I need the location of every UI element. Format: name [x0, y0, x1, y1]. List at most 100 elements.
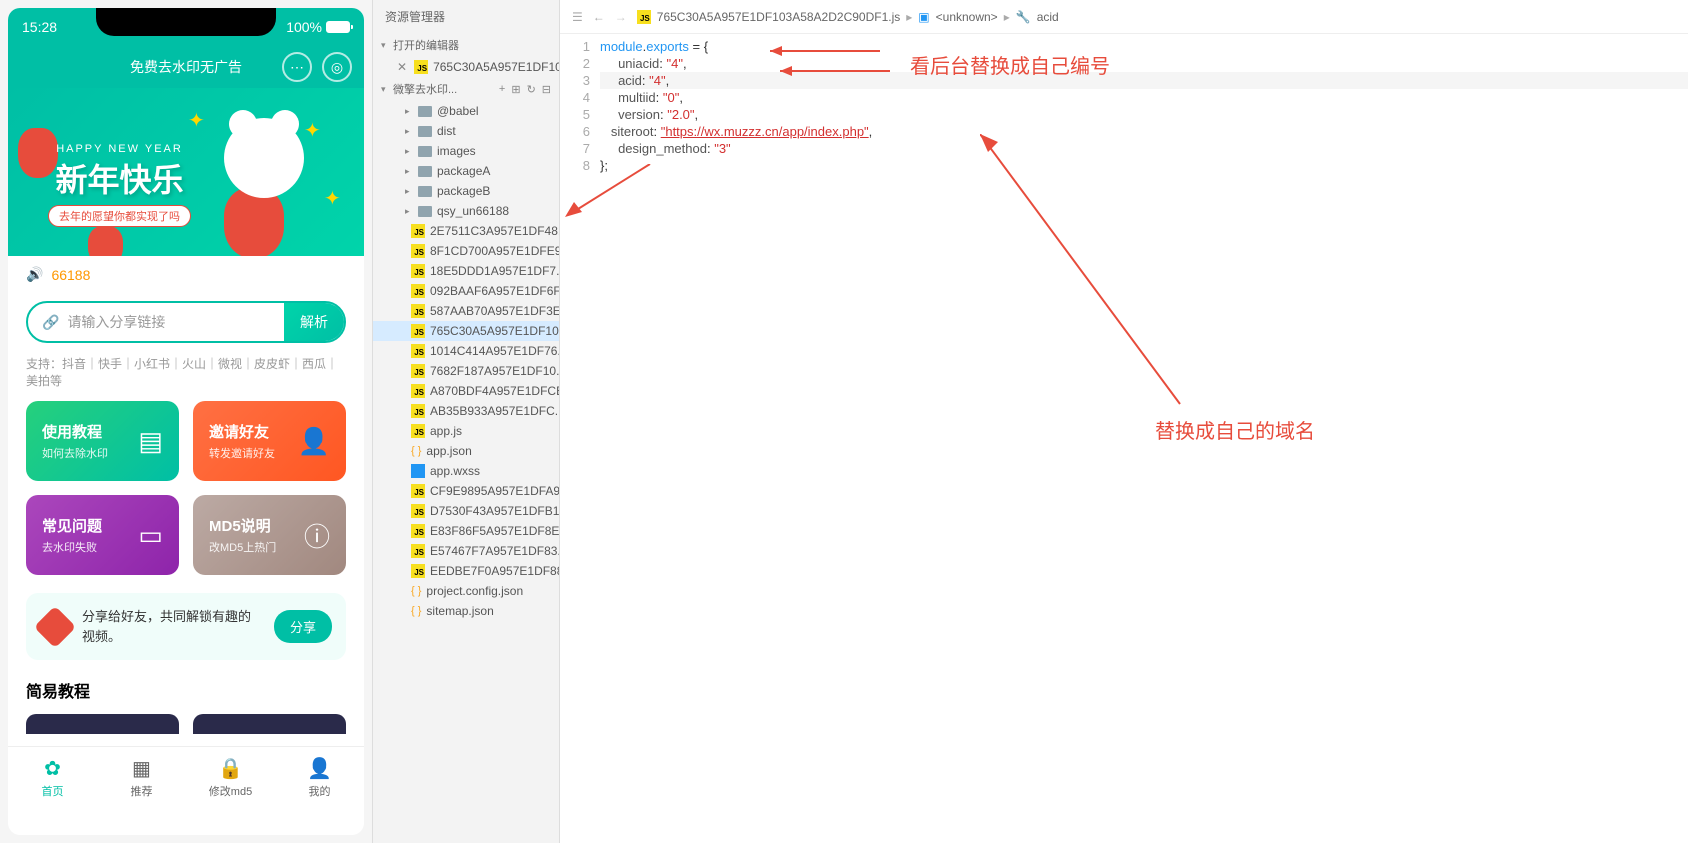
folder-item[interactable]: ▸dist — [373, 121, 559, 141]
code-line: multiid: "0", — [600, 89, 1688, 106]
file-item[interactable]: JSCF9E9895A957E1DFA9... — [373, 481, 559, 501]
tab-md5[interactable]: 🔒修改md5 — [186, 747, 275, 808]
json-file-icon: { } — [411, 605, 421, 617]
js-file-icon: JS — [414, 60, 428, 74]
card-md5[interactable]: MD5说明改MD5上热门 ⓘ — [193, 495, 346, 575]
firework-icon: ✦ — [188, 108, 218, 138]
file-item[interactable]: JS1014C414A957E1DF76... — [373, 341, 559, 361]
file-item[interactable]: JS587AAB70A957E1DF3E... — [373, 301, 559, 321]
section-title: 简易教程 — [8, 678, 364, 702]
forward-icon[interactable]: → — [615, 10, 627, 24]
file-item[interactable]: app.wxss — [373, 461, 559, 481]
support-text: 支持：抖音｜快手｜小红书｜火山｜微视｜皮皮虾｜西瓜｜美拍等 — [8, 351, 364, 401]
code-line: version: "2.0", — [600, 106, 1688, 123]
file-name: 092BAAF6A957E1DF6F... — [430, 284, 559, 298]
notice-text: 66188 — [51, 267, 90, 283]
js-file-icon: JS — [411, 504, 425, 518]
firework-icon: ✦ — [304, 118, 334, 148]
back-icon[interactable]: ← — [593, 10, 605, 24]
battery-pct: 100% — [286, 19, 322, 35]
card-invite[interactable]: 邀请好友转发邀请好友 👤 — [193, 401, 346, 481]
wxss-file-icon — [411, 464, 425, 478]
file-item[interactable]: JS18E5DDD1A957E1DF7... — [373, 261, 559, 281]
thumb-image[interactable] — [193, 714, 346, 734]
grid-icon: ▦ — [132, 756, 151, 781]
line-number: 5 — [560, 106, 590, 123]
banner-hny: HAPPY NEW YEAR — [48, 143, 191, 155]
file-item[interactable]: JS8F1CD700A957E1DFE9... — [373, 241, 559, 261]
file-item[interactable]: JSA870BDF4A957E1DFCE... — [373, 381, 559, 401]
refresh-icon[interactable]: ↻ — [527, 83, 536, 96]
code-line: siteroot: "https://wx.muzzz.cn/app/index… — [600, 123, 1688, 140]
battery-icon — [326, 21, 350, 33]
file-name: 2E7511C3A957E1DF48... — [430, 224, 559, 238]
app-header: 免费去水印无广告 ⋯ ◎ — [8, 46, 364, 88]
card-sub: 转发邀请好友 — [209, 445, 275, 461]
line-number: 3 — [560, 72, 590, 89]
file-item[interactable]: JS765C30A5A957E1DF10... — [373, 321, 559, 341]
search-input[interactable]: 🔗 请输入分享链接 — [28, 303, 284, 341]
parse-button[interactable]: 解析 — [284, 303, 344, 341]
breadcrumb-file[interactable]: 765C30A5A957E1DF103A58A2D2C90DF1.js — [657, 10, 901, 24]
open-editors-header[interactable]: ▾打开的编辑器 — [373, 33, 559, 57]
file-item[interactable]: JS092BAAF6A957E1DF6F... — [373, 281, 559, 301]
editor-body[interactable]: 1 2 3 4 5 6 7 8 module.exports = { uniac… — [560, 34, 1688, 843]
file-name: 765C30A5A957E1DF10... — [430, 324, 559, 338]
thumb-image[interactable] — [26, 714, 179, 734]
tab-mine[interactable]: 👤我的 — [275, 747, 364, 808]
open-editors-label: 打开的编辑器 — [393, 37, 459, 53]
project-header[interactable]: ▾微擎去水印... +⊞↻⊟ — [373, 77, 559, 101]
target-button[interactable]: ◎ — [322, 52, 352, 82]
close-icon[interactable]: ✕ — [397, 60, 407, 74]
file-name: E57467F7A957E1DF83... — [430, 544, 559, 558]
file-name: app.js — [430, 424, 462, 438]
add-user-icon: 👤 — [298, 426, 330, 457]
folder-item[interactable]: ▸@babel — [373, 101, 559, 121]
share-button[interactable]: 分享 — [274, 610, 332, 643]
annotation-bottom: 替换成自己的域名 — [1155, 424, 1315, 441]
collapse-icon[interactable]: ⊟ — [542, 83, 551, 96]
tab-bar: ✿首页 ▦推荐 🔒修改md5 👤我的 — [8, 746, 364, 808]
file-name: 765C30A5A957E1DF10... — [433, 60, 559, 74]
file-item[interactable]: JSAB35B933A957E1DFC... — [373, 401, 559, 421]
more-button[interactable]: ⋯ — [282, 52, 312, 82]
line-gutter: 1 2 3 4 5 6 7 8 — [560, 34, 600, 843]
menu-icon[interactable]: ☰ — [572, 10, 583, 24]
folder-item[interactable]: ▸packageB — [373, 181, 559, 201]
user-icon: 👤 — [307, 756, 332, 781]
file-item[interactable]: JSE83F86F5A957E1DF8E5... — [373, 521, 559, 541]
line-number: 4 — [560, 89, 590, 106]
js-file-icon: JS — [411, 544, 425, 558]
file-item[interactable]: JSD7530F43A957E1DFB1... — [373, 501, 559, 521]
card-tutorial[interactable]: 使用教程如何去除水印 ▤ — [26, 401, 179, 481]
folder-item[interactable]: ▸images — [373, 141, 559, 161]
file-item[interactable]: JS2E7511C3A957E1DF48... — [373, 221, 559, 241]
mouse-icon — [224, 118, 304, 198]
file-item[interactable]: JS7682F187A957E1DF10... — [373, 361, 559, 381]
file-item[interactable]: { }app.json — [373, 441, 559, 461]
tab-home[interactable]: ✿首页 — [8, 747, 97, 808]
file-item[interactable]: { }project.config.json — [373, 581, 559, 601]
search-box: 🔗 请输入分享链接 解析 — [26, 301, 346, 343]
js-file-icon: JS — [411, 384, 425, 398]
file-item[interactable]: JSEEDBE7F0A957E1DF88... — [373, 561, 559, 581]
new-file-icon[interactable]: + — [499, 83, 505, 96]
file-item[interactable]: { }sitemap.json — [373, 601, 559, 621]
breadcrumb-scope[interactable]: <unknown> — [936, 10, 998, 24]
breadcrumb-prop[interactable]: acid — [1037, 10, 1059, 24]
card-title: 邀请好友 — [209, 421, 275, 442]
tab-recommend[interactable]: ▦推荐 — [97, 747, 186, 808]
file-item[interactable]: JSapp.js — [373, 421, 559, 441]
folder-icon — [418, 126, 432, 137]
share-text: 分享给好友，共同解锁有趣的视频。 — [82, 607, 262, 646]
banner: ✦ ✦ ✦ HAPPY NEW YEAR 新年快乐 去年的愿望你都实现了吗 — [8, 88, 364, 256]
file-item[interactable]: JS E57467F7A957E1DF83... — [373, 541, 559, 561]
folder-item[interactable]: ▸qsy_un66188 — [373, 201, 559, 221]
code-area[interactable]: module.exports = { uniacid: "4", acid: "… — [600, 34, 1688, 843]
new-folder-icon[interactable]: ⊞ — [511, 83, 520, 96]
folder-item[interactable]: ▸packageA — [373, 161, 559, 181]
folder-name: packageB — [437, 184, 490, 198]
open-editor-tab[interactable]: ✕ JS 765C30A5A957E1DF10... — [373, 57, 559, 77]
card-faq[interactable]: 常见问题去水印失败 ▭ — [26, 495, 179, 575]
cube-icon: ▣ — [918, 10, 929, 24]
